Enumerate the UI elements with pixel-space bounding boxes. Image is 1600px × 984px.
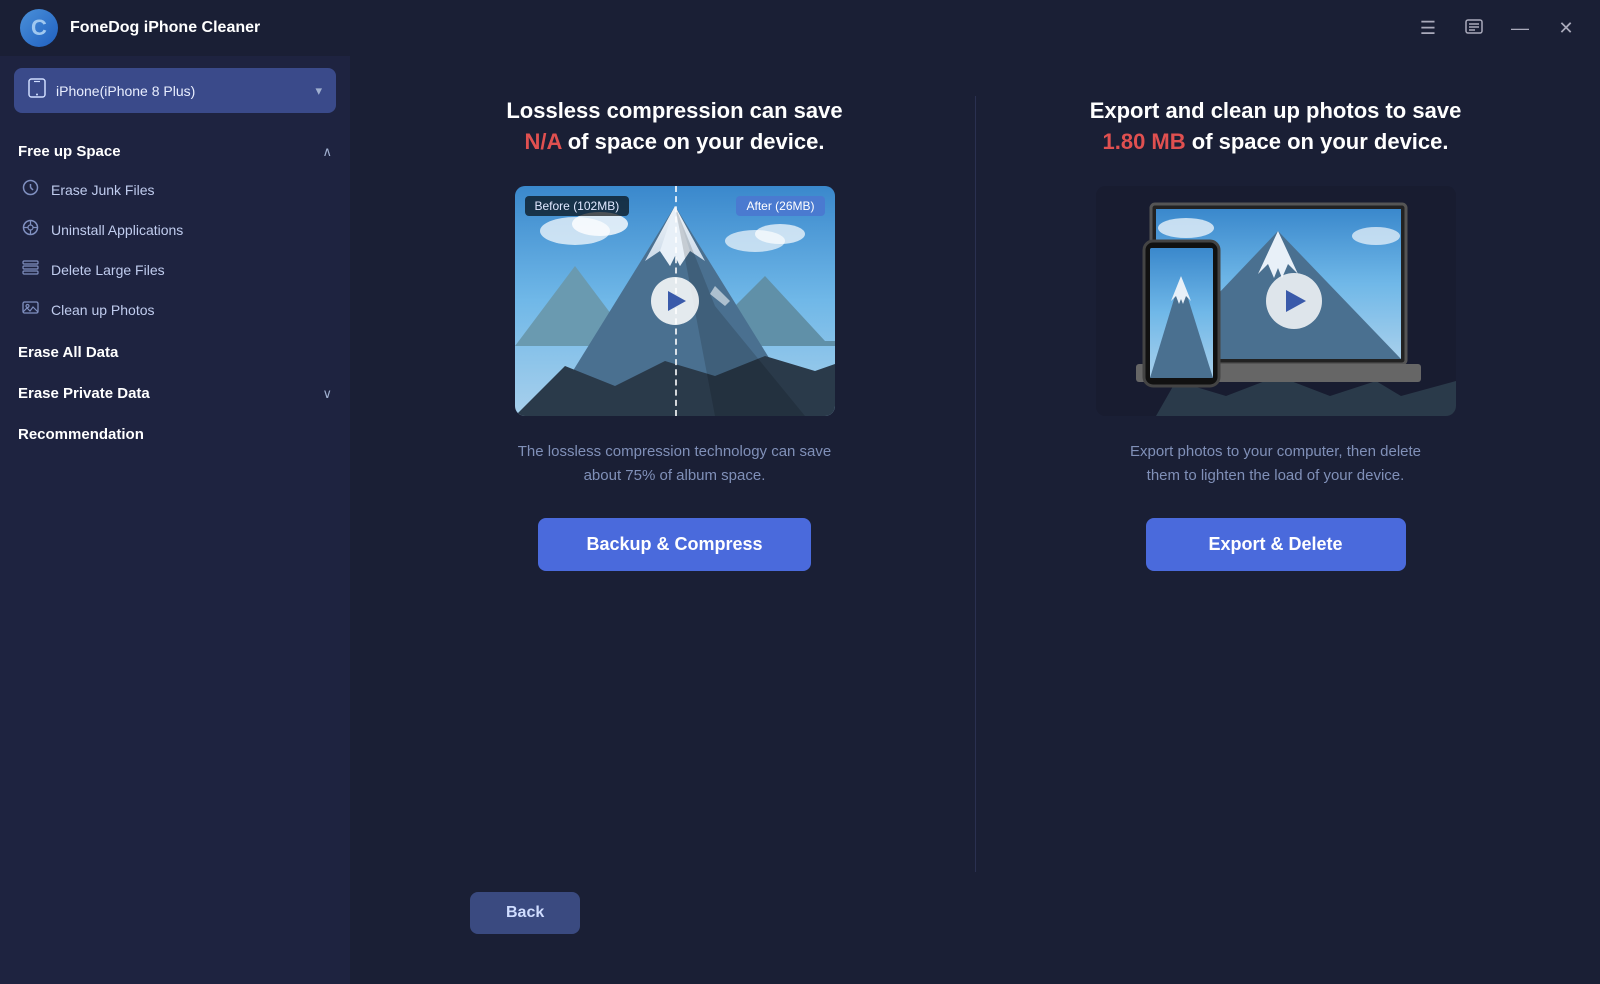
menu-button[interactable]: ☰	[1414, 14, 1442, 42]
sidebar-item-uninstall-apps[interactable]: Uninstall Applications	[14, 210, 336, 250]
compression-image: Before (102MB) After (26MB)	[515, 186, 835, 416]
compress-play-button[interactable]	[651, 277, 699, 325]
sidebar-section-erase-private: Erase Private Data ∨	[0, 371, 350, 412]
sidebar-section-recommendation: Recommendation	[0, 412, 350, 453]
after-label: After (26MB)	[736, 196, 824, 216]
export-heading: Export and clean up photos to save1.80 M…	[1090, 96, 1462, 158]
uninstall-apps-label: Uninstall Applications	[51, 222, 183, 238]
section-free-up-space-chevron: ∧	[322, 144, 332, 160]
content-area: Lossless compression can saveN/A of spac…	[350, 56, 1600, 984]
compress-card: Lossless compression can saveN/A of spac…	[435, 96, 915, 872]
list-icon	[22, 259, 39, 281]
device-chevron-icon: ▾	[315, 83, 322, 99]
device-selector[interactable]: iPhone(iPhone 8 Plus) ▾	[14, 68, 336, 113]
photo-icon	[22, 299, 39, 321]
app-title: FoneDog iPhone Cleaner	[70, 19, 1414, 37]
back-button[interactable]: Back	[470, 892, 580, 934]
chat-button[interactable]	[1460, 14, 1488, 42]
clock-icon	[22, 179, 39, 201]
sidebar-item-delete-large[interactable]: Delete Large Files	[14, 250, 336, 290]
device-name-label: iPhone(iPhone 8 Plus)	[56, 83, 305, 99]
section-erase-private-chevron: ∨	[322, 386, 332, 402]
compress-heading: Lossless compression can saveN/A of spac…	[506, 96, 842, 158]
export-delete-button[interactable]: Export & Delete	[1146, 518, 1406, 571]
section-recommendation-header[interactable]: Recommendation	[14, 412, 336, 453]
section-erase-all-title: Erase All Data	[18, 344, 118, 361]
export-play-button[interactable]	[1266, 273, 1322, 329]
minimize-button[interactable]: —	[1506, 14, 1534, 42]
export-device-image	[1096, 186, 1456, 416]
bottom-bar: Back	[410, 872, 1540, 954]
app-logo: C	[20, 9, 58, 47]
section-erase-all-header[interactable]: Erase All Data	[14, 330, 336, 371]
backup-compress-button[interactable]: Backup & Compress	[538, 518, 810, 571]
erase-junk-label: Erase Junk Files	[51, 182, 154, 198]
titlebar: C FoneDog iPhone Cleaner ☰ — ✕	[0, 0, 1600, 56]
close-button[interactable]: ✕	[1552, 14, 1580, 42]
cards-row: Lossless compression can saveN/A of spac…	[410, 96, 1540, 872]
apps-icon	[22, 219, 39, 241]
sidebar-section-erase-all: Erase All Data	[0, 330, 350, 371]
section-erase-private-header[interactable]: Erase Private Data ∨	[14, 371, 336, 412]
export-description: Export photos to your computer, then del…	[1116, 440, 1436, 488]
window-controls: ☰ — ✕	[1414, 14, 1580, 42]
delete-large-label: Delete Large Files	[51, 262, 165, 278]
compress-description: The lossless compression technology can …	[515, 440, 835, 488]
section-erase-private-title: Erase Private Data	[18, 385, 150, 402]
sidebar-item-erase-junk[interactable]: Erase Junk Files	[14, 170, 336, 210]
sidebar: iPhone(iPhone 8 Plus) ▾ Free up Space ∧ …	[0, 56, 350, 984]
clean-photos-label: Clean up Photos	[51, 302, 155, 318]
sidebar-section-free-up-space: Free up Space ∧ Erase Junk Files	[0, 129, 350, 330]
before-label: Before (102MB)	[525, 196, 630, 216]
main-layout: iPhone(iPhone 8 Plus) ▾ Free up Space ∧ …	[0, 56, 1600, 984]
device-phone-icon	[28, 78, 46, 103]
export-card: Export and clean up photos to save1.80 M…	[1036, 96, 1516, 872]
cards-divider	[975, 96, 976, 872]
section-free-up-space-title: Free up Space	[18, 143, 121, 160]
sidebar-item-clean-photos[interactable]: Clean up Photos	[14, 290, 336, 330]
section-recommendation-title: Recommendation	[18, 426, 144, 443]
section-free-up-space-header[interactable]: Free up Space ∧	[14, 129, 336, 170]
